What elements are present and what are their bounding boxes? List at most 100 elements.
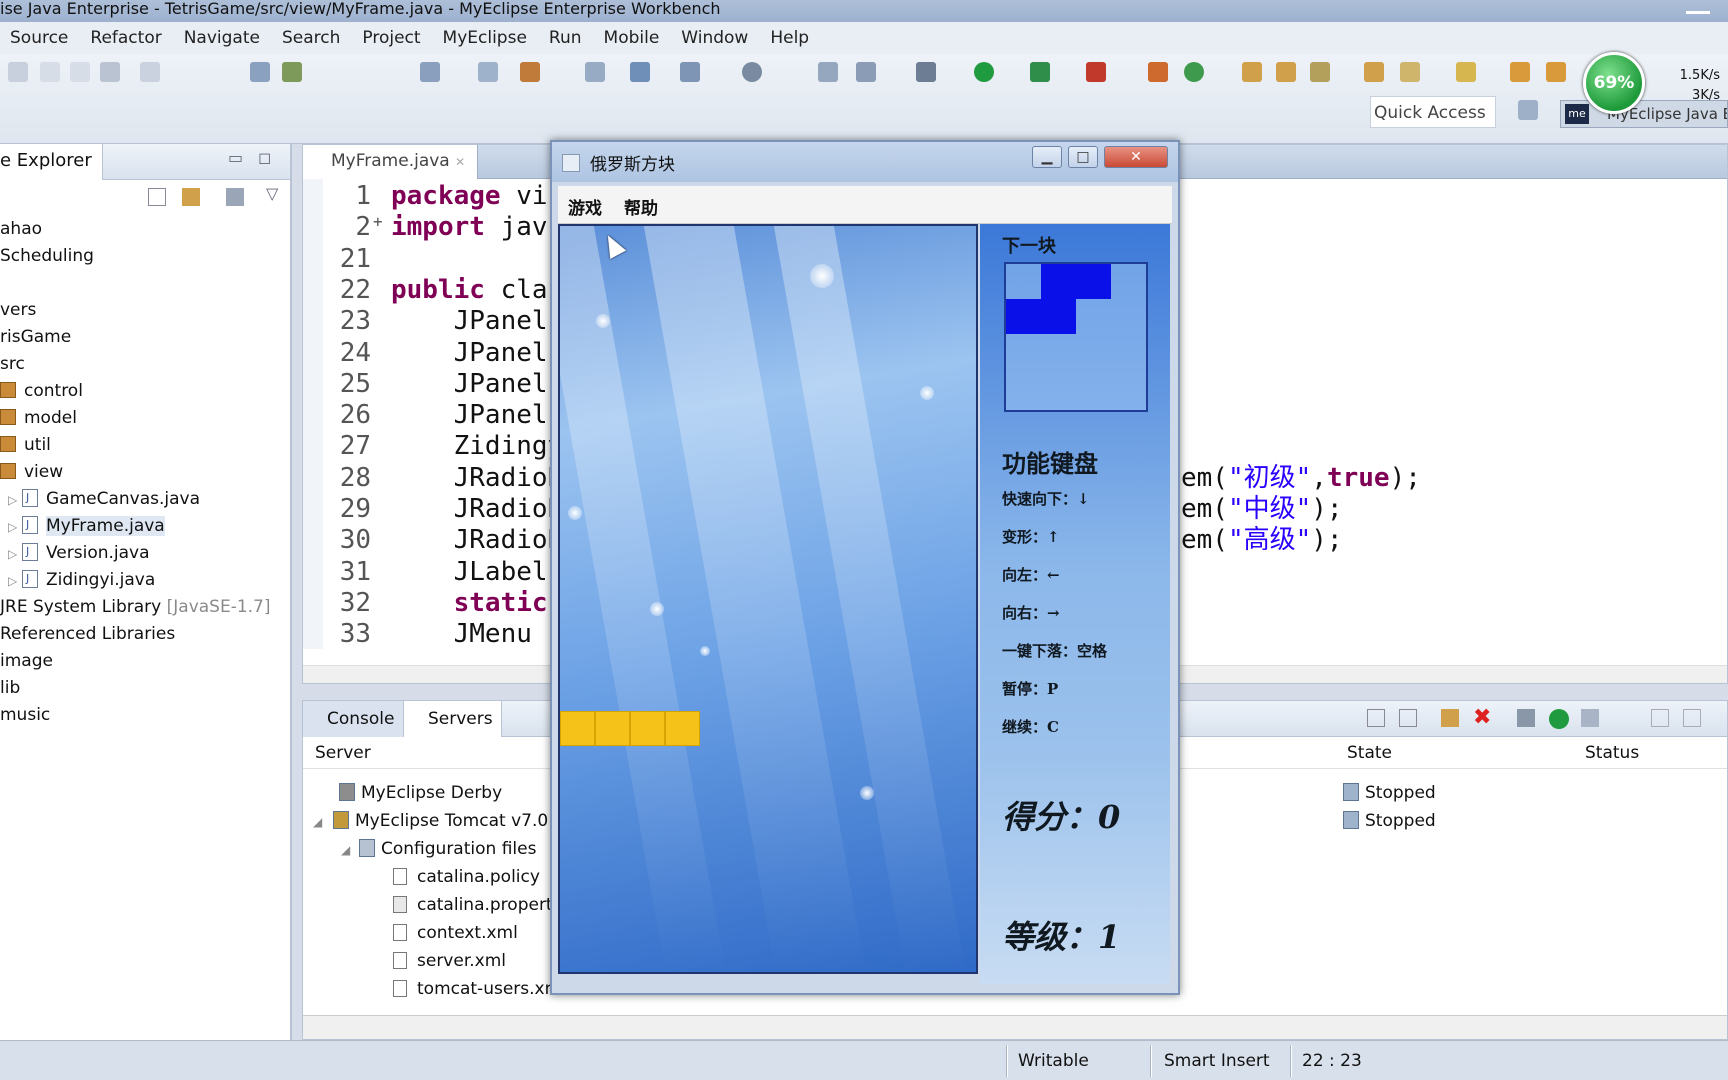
config-file-row[interactable]: context.xml: [393, 919, 518, 947]
forward-icon[interactable]: [1546, 62, 1566, 82]
code-line[interactable]: 21: [323, 244, 391, 275]
view-menu-icon[interactable]: ▽: [266, 184, 278, 203]
menu-game[interactable]: 游戏: [568, 194, 602, 219]
debug-server-icon[interactable]: [1517, 709, 1535, 727]
run-icon[interactable]: [974, 62, 994, 82]
tree-item[interactable]: Scheduling: [0, 243, 94, 270]
menu-help[interactable]: 帮助: [624, 194, 658, 219]
menu-project[interactable]: Project: [352, 22, 432, 48]
save-all-icon[interactable]: [70, 62, 90, 82]
folder-icon[interactable]: [1276, 62, 1296, 82]
servers-horizontal-scrollbar[interactable]: [303, 1015, 1727, 1039]
code-line[interactable]: 2 + import jav: [323, 212, 547, 243]
prev-annotation-icon[interactable]: [1456, 62, 1476, 82]
tetris-title-bar[interactable]: 俄罗斯方块 ▁ □ ✕: [552, 142, 1178, 182]
save-icon[interactable]: [40, 62, 60, 82]
tree-item-folder[interactable]: lib: [0, 675, 20, 702]
open-type-icon[interactable]: [680, 62, 700, 82]
new-class-icon[interactable]: [1184, 62, 1204, 82]
tree-item-file[interactable]: ▷ Version.java: [8, 538, 150, 568]
tree-item-src[interactable]: src: [0, 351, 25, 378]
next-annotation-icon[interactable]: [1400, 62, 1420, 82]
back-icon[interactable]: [1510, 62, 1530, 82]
menu-run[interactable]: Run: [539, 22, 594, 48]
new-icon[interactable]: [8, 62, 28, 82]
open-perspective-icon[interactable]: [1518, 100, 1538, 120]
server-row[interactable]: ◢ MyEclipse Tomcat v7.0: [313, 807, 548, 835]
search-folder-icon[interactable]: [1364, 62, 1384, 82]
collapse-arrow-icon[interactable]: ◢: [313, 808, 327, 836]
run-last-icon[interactable]: [1030, 62, 1050, 82]
tree-item-folder[interactable]: music: [0, 702, 50, 729]
menu-mobile[interactable]: Mobile: [594, 22, 672, 48]
maximize-button[interactable]: □: [1068, 146, 1098, 168]
link-editor-icon[interactable]: [182, 188, 200, 206]
code-line[interactable]: 27 Zidingy: [323, 431, 564, 462]
binary-icon[interactable]: [140, 62, 160, 82]
tools-icon[interactable]: [520, 62, 540, 82]
code-line[interactable]: 33 JMenu r: [323, 619, 564, 650]
code-line[interactable]: 28 JRadioB: [323, 463, 564, 494]
code-line[interactable]: 32 static: [323, 588, 548, 619]
tree-item-file[interactable]: ▷ MyFrame.java: [8, 511, 165, 541]
collapse-arrow-icon[interactable]: ◢: [341, 836, 355, 864]
expand-arrow-icon[interactable]: ▷: [8, 487, 22, 514]
fold-marker-icon[interactable]: +: [373, 206, 383, 237]
expand-icon[interactable]: [1399, 709, 1417, 727]
code-line[interactable]: 31 JLabel: [323, 557, 548, 588]
maximize-view-icon[interactable]: [1683, 709, 1701, 727]
code-line[interactable]: 29 JRadioB: [323, 494, 564, 525]
tree-item-folder[interactable]: image: [0, 648, 53, 675]
open-folder-icon[interactable]: [1242, 62, 1262, 82]
column-status[interactable]: Status: [1585, 743, 1639, 763]
tab-servers[interactable]: Servers: [403, 701, 502, 737]
code-line[interactable]: 1 package vi: [323, 181, 547, 212]
code-line[interactable]: 23 JPanel: [323, 306, 548, 337]
close-button[interactable]: ✕: [1104, 146, 1168, 168]
code-line[interactable]: 26 JPanel: [323, 400, 548, 431]
minimize-button[interactable]: ▁: [1032, 146, 1062, 168]
column-server[interactable]: Server: [315, 743, 371, 763]
menu-refactor[interactable]: Refactor: [80, 22, 173, 48]
debug-icon[interactable]: [916, 62, 936, 82]
table-icon[interactable]: [478, 62, 498, 82]
config-file-row[interactable]: tomcat-users.xml: [393, 975, 566, 1003]
annotation-icon[interactable]: [1310, 62, 1330, 82]
profile-server-icon[interactable]: [1581, 709, 1599, 727]
stop-icon[interactable]: [1086, 62, 1106, 82]
minimize-view-icon[interactable]: [1651, 709, 1669, 727]
game-board[interactable]: [558, 224, 978, 974]
globe-icon[interactable]: [742, 62, 762, 82]
expand-arrow-icon[interactable]: ▷: [8, 541, 22, 568]
server-row[interactable]: MyEclipse Derby: [339, 779, 502, 807]
config-file-row[interactable]: server.xml: [393, 947, 506, 975]
minimize-button[interactable]: [1686, 0, 1710, 14]
delete-icon[interactable]: ✖: [1473, 705, 1491, 730]
expand-arrow-icon[interactable]: ▷: [8, 568, 22, 595]
expand-arrow-icon[interactable]: ▷: [8, 514, 22, 541]
tree-item-file[interactable]: ▷ GameCanvas.java: [8, 484, 200, 514]
maximize-view-icon[interactable]: ◻: [258, 148, 271, 167]
grid-icon[interactable]: [420, 62, 440, 82]
code-line[interactable]: 24 JPanel: [323, 338, 548, 369]
server-icon[interactable]: [282, 62, 302, 82]
tree-item-library[interactable]: Referenced Libraries: [0, 621, 175, 648]
code-line[interactable]: 22 public cla: [323, 275, 548, 306]
quick-access-input[interactable]: Quick Access: [1370, 96, 1496, 128]
editor-tab[interactable]: MyFrame.java ✕: [303, 145, 479, 179]
tree-item-package[interactable]: model: [0, 405, 77, 432]
tree-item-library[interactable]: JRE System Library [JavaSE-1.7]: [0, 594, 271, 621]
close-tab-icon[interactable]: ✕: [455, 155, 465, 169]
menu-source[interactable]: Source: [0, 22, 80, 48]
wizard-icon[interactable]: [585, 62, 605, 82]
minimize-view-icon[interactable]: ▭: [228, 148, 243, 167]
print-icon[interactable]: [100, 62, 120, 82]
menu-help[interactable]: Help: [760, 22, 821, 48]
config-folder-row[interactable]: ◢ Configuration files: [341, 835, 536, 863]
tree-item[interactable]: vers: [0, 297, 36, 324]
explorer-tab[interactable]: e Explorer: [0, 144, 103, 180]
tree-item-package[interactable]: view: [0, 459, 63, 486]
tree-item-package[interactable]: control: [0, 378, 83, 405]
collapse-icon[interactable]: [1367, 709, 1385, 727]
tab-console[interactable]: Console: [303, 701, 403, 737]
